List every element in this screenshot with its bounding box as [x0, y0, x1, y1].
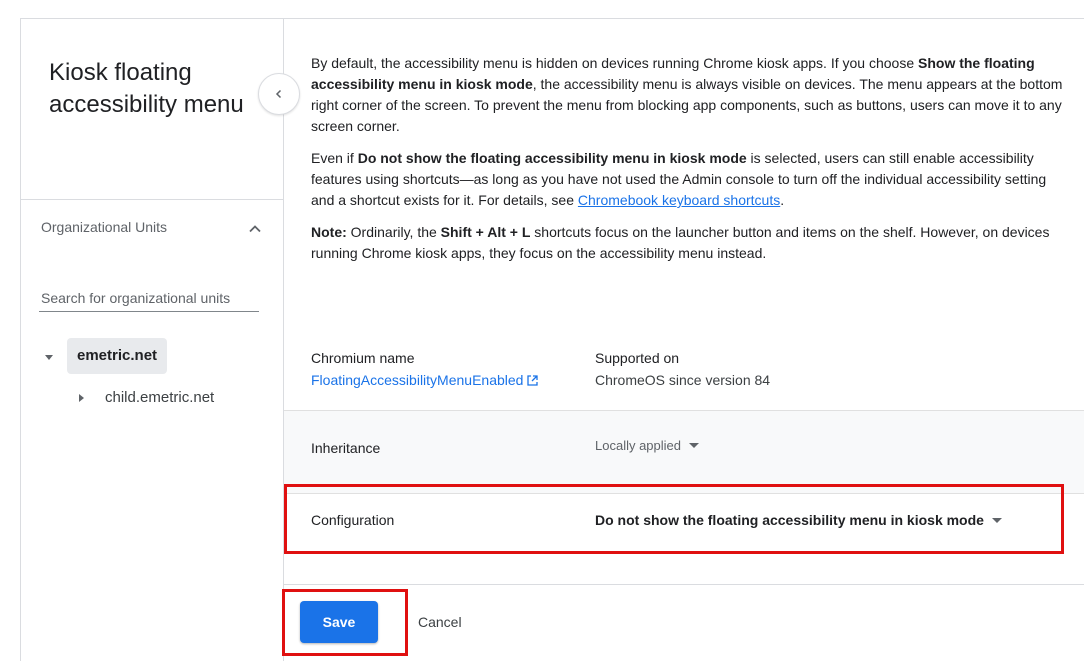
option-name: Do not show the floating accessibility m…	[357, 150, 747, 166]
left-panel: Kiosk floating accessibility menu Organi…	[21, 19, 284, 661]
chromium-name-label: Chromium name	[311, 350, 415, 366]
divider	[21, 199, 283, 200]
org-units-header: Organizational Units	[41, 219, 168, 235]
policy-content: By default, the accessibility menu is hi…	[284, 19, 1084, 661]
inheritance-dropdown[interactable]: Locally applied	[595, 438, 700, 453]
chromium-name-value: FloatingAccessibilityMenuEnabled	[311, 372, 524, 388]
policy-description: By default, the accessibility menu is hi…	[311, 53, 1065, 275]
text: Ordinarily, the	[346, 224, 441, 240]
configuration-highlight-box	[284, 484, 1064, 554]
chevron-up-icon[interactable]	[246, 220, 264, 238]
text: .	[780, 192, 785, 208]
text: Even if	[311, 150, 358, 166]
tree-item-child-emetric-net[interactable]: child.emetric.net	[105, 389, 214, 406]
expand-arrow-icon[interactable]	[45, 355, 53, 360]
tree-item-emetric-net[interactable]: emetric.net	[67, 338, 168, 374]
chromium-name-link[interactable]: FloatingAccessibilityMenuEnabled	[311, 372, 539, 388]
description-paragraph: Even if Do not show the floating accessi…	[311, 148, 1065, 211]
inheritance-label: Inheritance	[311, 440, 381, 456]
supported-on-value: ChromeOS since version 84	[595, 372, 771, 388]
supported-on-label: Supported on	[595, 350, 680, 366]
save-button[interactable]: Save	[300, 601, 378, 643]
note-label: Note:	[311, 224, 347, 240]
chromebook-shortcuts-link[interactable]: Chromebook keyboard shortcuts	[578, 192, 780, 208]
external-link-icon	[527, 375, 539, 386]
shortcut-keys: Shift + Alt + L	[440, 224, 531, 240]
description-note: Note: Ordinarily, the Shift + Alt + L sh…	[311, 222, 1065, 264]
inheritance-value: Locally applied	[595, 438, 682, 453]
policy-page: Kiosk floating accessibility menu Organi…	[20, 18, 1084, 661]
collapsed-arrow-icon[interactable]	[79, 394, 84, 402]
cancel-button[interactable]: Cancel	[406, 601, 474, 643]
org-unit-search-input[interactable]	[39, 285, 259, 312]
divider	[284, 584, 1084, 585]
description-paragraph: By default, the accessibility menu is hi…	[311, 53, 1065, 137]
text: By default, the accessibility menu is hi…	[311, 55, 918, 71]
panel-title: Kiosk floating accessibility menu	[49, 59, 244, 118]
dropdown-arrow-icon	[689, 443, 700, 448]
